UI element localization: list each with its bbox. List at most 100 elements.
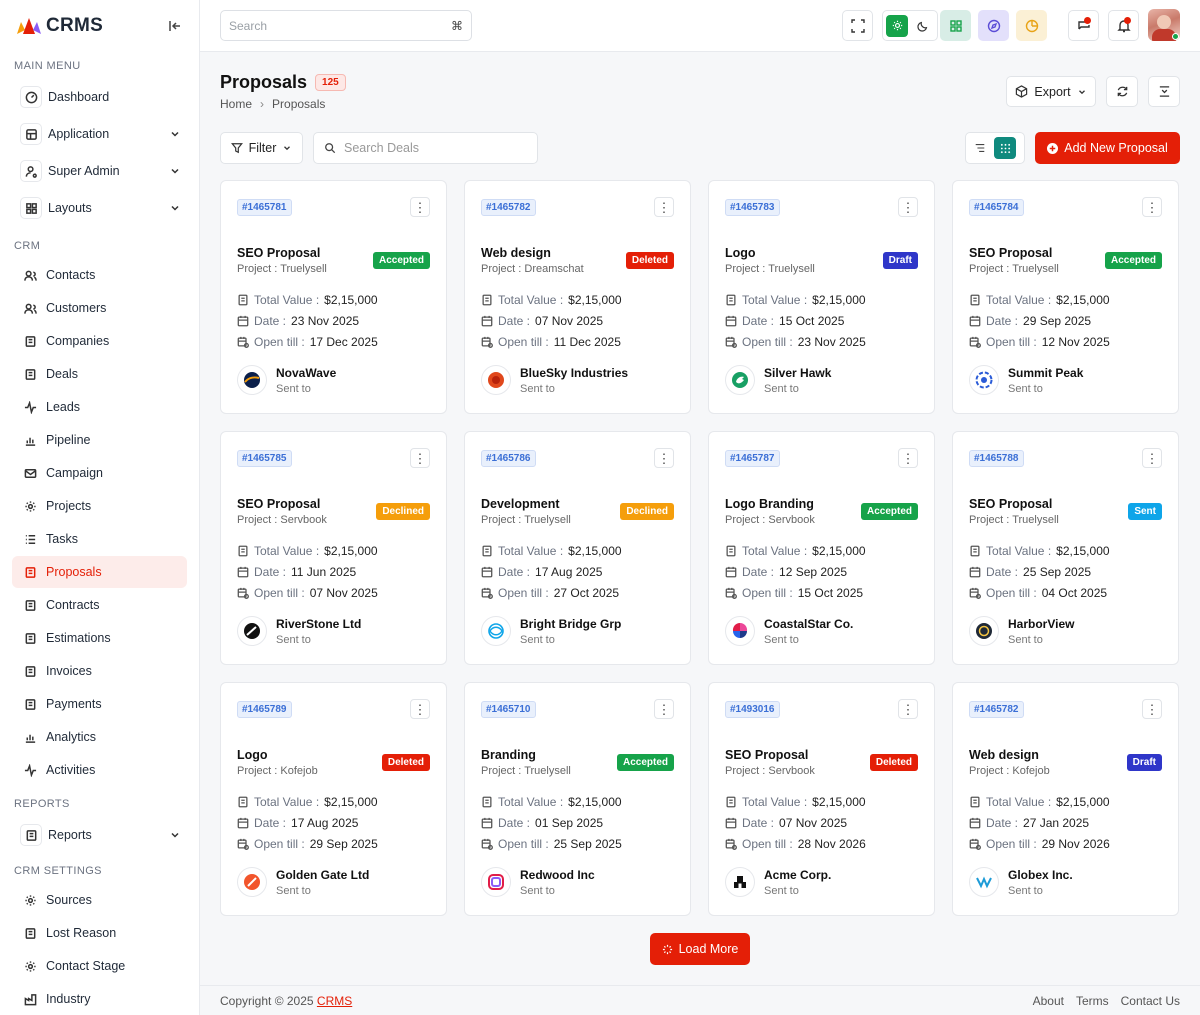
proposal-title[interactable]: Web design: [969, 748, 1039, 762]
brand-logo[interactable]: CRMS: [16, 15, 103, 37]
more-options-icon[interactable]: ⋮: [654, 699, 674, 719]
proposal-title[interactable]: Logo: [725, 246, 756, 260]
proposal-id[interactable]: #1465783: [725, 199, 780, 216]
sidebar-item-dashboard[interactable]: Dashboard: [12, 79, 187, 115]
global-search-input[interactable]: Search ⌘: [220, 10, 472, 41]
sidebar-item-super-admin[interactable]: Super Admin: [12, 153, 187, 189]
proposal-card[interactable]: #1465787 ⋮ Logo Branding Project : Servb…: [708, 431, 935, 665]
sidebar-item-proposals[interactable]: Proposals: [12, 556, 187, 588]
client-info[interactable]: RiverStone Ltd Sent to: [237, 616, 361, 646]
client-name[interactable]: Golden Gate Ltd: [276, 868, 369, 882]
more-options-icon[interactable]: ⋮: [898, 448, 918, 468]
light-mode-icon[interactable]: [886, 14, 908, 37]
client-name[interactable]: NovaWave: [276, 366, 336, 380]
proposal-title[interactable]: Branding: [481, 748, 536, 762]
proposal-card[interactable]: #1493016 ⋮ SEO Proposal Project : Servbo…: [708, 682, 935, 916]
more-options-icon[interactable]: ⋮: [654, 448, 674, 468]
add-new-proposal-button[interactable]: Add New Proposal: [1035, 132, 1180, 164]
sidebar-item-invoices[interactable]: Invoices: [12, 655, 187, 687]
proposal-card[interactable]: #1465789 ⋮ Logo Project : Kofejob Delete…: [220, 682, 447, 916]
sidebar-item-contact-stage[interactable]: Contact Stage: [12, 950, 187, 982]
sidebar-item-payments[interactable]: Payments: [12, 688, 187, 720]
more-options-icon[interactable]: ⋮: [410, 197, 430, 217]
client-name[interactable]: Globex Inc.: [1008, 868, 1073, 882]
client-info[interactable]: Globex Inc. Sent to: [969, 867, 1073, 897]
proposal-title[interactable]: SEO Proposal: [237, 497, 320, 511]
client-name[interactable]: Silver Hawk: [764, 366, 831, 380]
proposal-id[interactable]: #1465785: [237, 450, 292, 467]
proposal-card[interactable]: #1465783 ⋮ Logo Project : Truelysell Dra…: [708, 180, 935, 414]
sidebar-item-sources[interactable]: Sources: [12, 884, 187, 916]
sidebar-item-activities[interactable]: Activities: [12, 754, 187, 786]
proposal-title[interactable]: Logo: [237, 748, 268, 762]
sidebar-item-lost-reason[interactable]: Lost Reason: [12, 917, 187, 949]
proposal-id[interactable]: #1465786: [481, 450, 536, 467]
client-info[interactable]: HarborView Sent to: [969, 616, 1074, 646]
proposal-title[interactable]: SEO Proposal: [969, 246, 1052, 260]
more-options-icon[interactable]: ⋮: [410, 699, 430, 719]
proposal-id[interactable]: #1465789: [237, 701, 292, 718]
sidebar-item-projects[interactable]: Projects: [12, 490, 187, 522]
proposal-title[interactable]: SEO Proposal: [725, 748, 808, 762]
explore-button[interactable]: [978, 10, 1009, 41]
proposal-title[interactable]: Logo Branding: [725, 497, 814, 511]
sidebar-item-leads[interactable]: Leads: [12, 391, 187, 423]
export-button[interactable]: Export: [1006, 76, 1096, 107]
client-name[interactable]: Redwood Inc: [520, 868, 595, 882]
proposal-card[interactable]: #1465785 ⋮ SEO Proposal Project : Servbo…: [220, 431, 447, 665]
proposal-card[interactable]: #1465782 ⋮ Web design Project : Dreamsch…: [464, 180, 691, 414]
sidebar-item-pipeline[interactable]: Pipeline: [12, 424, 187, 456]
proposal-card[interactable]: #1465710 ⋮ Branding Project : Truelysell…: [464, 682, 691, 916]
sidebar-item-campaign[interactable]: Campaign: [12, 457, 187, 489]
client-info[interactable]: Silver Hawk Sent to: [725, 365, 831, 395]
client-info[interactable]: Summit Peak Sent to: [969, 365, 1083, 395]
proposal-title[interactable]: SEO Proposal: [969, 497, 1052, 511]
user-avatar[interactable]: [1148, 9, 1180, 41]
client-info[interactable]: BlueSky Industries Sent to: [481, 365, 628, 395]
sidebar-item-analytics[interactable]: Analytics: [12, 721, 187, 753]
search-deals-input[interactable]: Search Deals: [313, 132, 538, 164]
proposal-title[interactable]: Web design: [481, 246, 551, 260]
proposal-title[interactable]: SEO Proposal: [237, 246, 320, 260]
load-more-button[interactable]: Load More: [650, 933, 750, 965]
proposal-id[interactable]: #1465781: [237, 199, 292, 216]
more-options-icon[interactable]: ⋮: [654, 197, 674, 217]
sidebar-item-industry[interactable]: Industry: [12, 983, 187, 1015]
list-view-icon[interactable]: [974, 142, 986, 154]
proposal-id[interactable]: #1465788: [969, 450, 1024, 467]
filter-button[interactable]: Filter: [220, 132, 303, 164]
client-info[interactable]: Redwood Inc Sent to: [481, 867, 595, 897]
sidebar-item-contracts[interactable]: Contracts: [12, 589, 187, 621]
client-name[interactable]: HarborView: [1008, 617, 1074, 631]
grid-view-button[interactable]: [994, 137, 1016, 159]
messages-button[interactable]: [1068, 10, 1099, 41]
refresh-button[interactable]: [1106, 76, 1138, 107]
proposal-title[interactable]: Development: [481, 497, 560, 511]
more-options-icon[interactable]: ⋮: [898, 197, 918, 217]
client-name[interactable]: Summit Peak: [1008, 366, 1083, 380]
more-options-icon[interactable]: ⋮: [1142, 448, 1162, 468]
client-info[interactable]: NovaWave Sent to: [237, 365, 336, 395]
proposal-id[interactable]: #1493016: [725, 701, 780, 718]
client-name[interactable]: Acme Corp.: [764, 868, 831, 882]
theme-toggle[interactable]: [882, 10, 938, 41]
breadcrumb-home[interactable]: Home: [220, 97, 252, 111]
footer-link-terms[interactable]: Terms: [1076, 994, 1109, 1008]
more-options-icon[interactable]: ⋮: [1142, 197, 1162, 217]
notifications-button[interactable]: [1108, 10, 1139, 41]
proposal-id[interactable]: #1465782: [481, 199, 536, 216]
proposal-id[interactable]: #1465787: [725, 450, 780, 467]
more-options-icon[interactable]: ⋮: [410, 448, 430, 468]
footer-brand-link[interactable]: CRMS: [317, 994, 352, 1008]
sidebar-item-estimations[interactable]: Estimations: [12, 622, 187, 654]
sidebar-item-contacts[interactable]: Contacts: [12, 259, 187, 291]
client-name[interactable]: Bright Bridge Grp: [520, 617, 621, 631]
client-info[interactable]: Bright Bridge Grp Sent to: [481, 616, 621, 646]
sidebar-item-application[interactable]: Application: [12, 116, 187, 152]
proposal-card[interactable]: #1465784 ⋮ SEO Proposal Project : Truely…: [952, 180, 1179, 414]
client-info[interactable]: CoastalStar Co. Sent to: [725, 616, 853, 646]
timer-button[interactable]: [1016, 10, 1047, 41]
proposal-card[interactable]: #1465781 ⋮ SEO Proposal Project : Truely…: [220, 180, 447, 414]
apps-button[interactable]: [940, 10, 971, 41]
proposal-card[interactable]: #1465782 ⋮ Web design Project : Kofejob …: [952, 682, 1179, 916]
